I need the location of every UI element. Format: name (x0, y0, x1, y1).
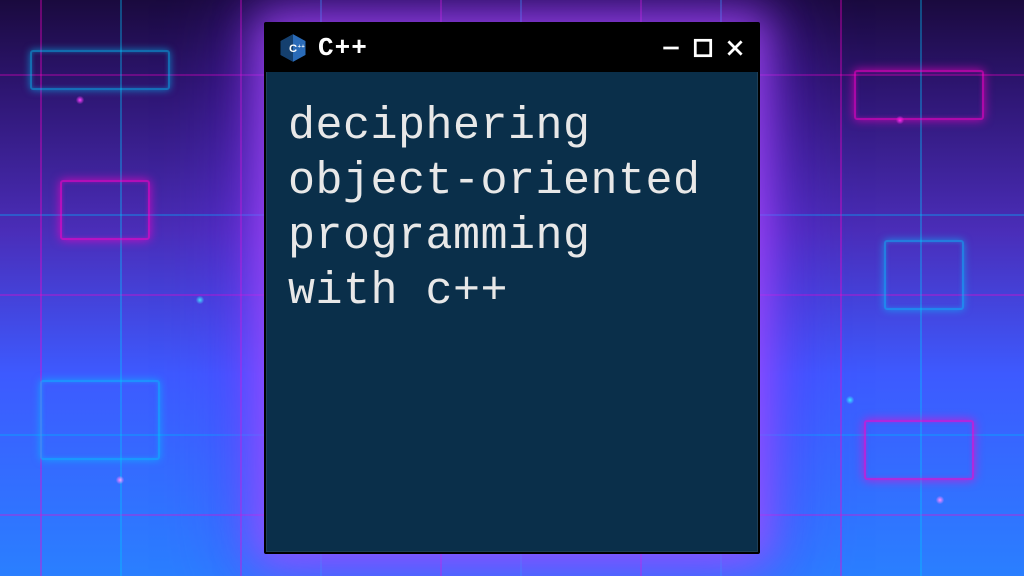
window-controls (660, 37, 746, 59)
titlebar[interactable]: C + + C++ (266, 24, 758, 72)
circuit-chip (40, 380, 160, 460)
terminal-content: deciphering object-oriented programming … (266, 72, 758, 552)
minimize-button[interactable] (660, 37, 682, 59)
terminal-window: C + + C++ deciphering object-oriented pr… (264, 22, 760, 554)
maximize-button[interactable] (692, 37, 714, 59)
circuit-chip (30, 50, 170, 90)
circuit-chip (884, 240, 964, 310)
svg-text:C: C (289, 43, 297, 55)
content-line: object-oriented (288, 155, 736, 210)
content-line: programming (288, 210, 736, 265)
close-button[interactable] (724, 37, 746, 59)
content-line: with c++ (288, 265, 736, 320)
circuit-chip (60, 180, 150, 240)
circuit-chip (854, 70, 984, 120)
cpp-icon: C + + (278, 33, 308, 63)
content-line: deciphering (288, 100, 736, 155)
window-title: C++ (318, 33, 368, 63)
circuit-chip (864, 420, 974, 480)
